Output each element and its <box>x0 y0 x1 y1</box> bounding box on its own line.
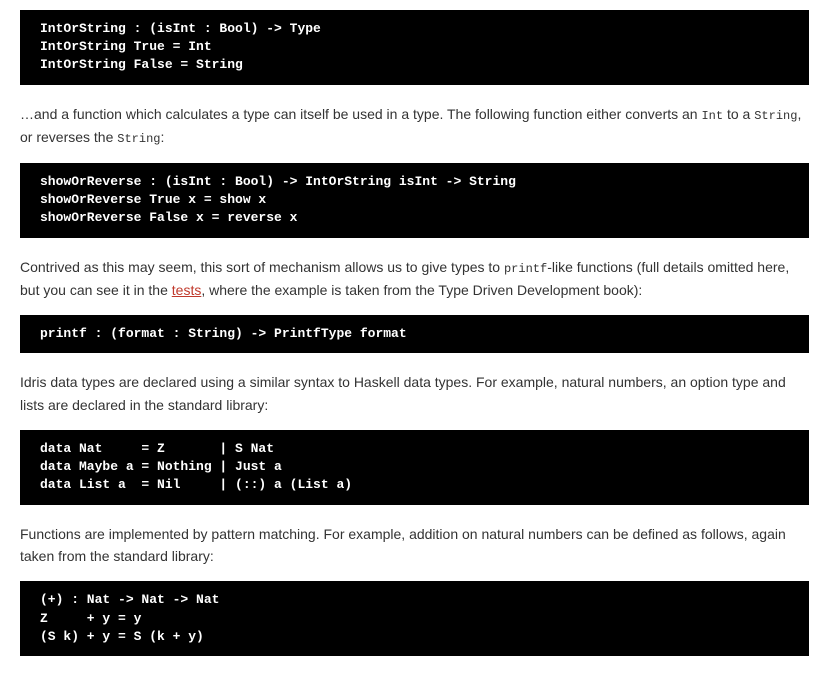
paragraph-1: …and a function which calculates a type … <box>20 103 809 149</box>
text: : <box>160 129 164 145</box>
tests-link[interactable]: tests <box>172 282 202 298</box>
code-block-datatypes: data Nat = Z | S Nat data Maybe a = Noth… <box>20 430 809 505</box>
paragraph-4: Functions are implemented by pattern mat… <box>20 523 809 568</box>
paragraph-2: Contrived as this may seem, this sort of… <box>20 256 809 302</box>
text: …and a function which calculates a type … <box>20 106 701 122</box>
text: Contrived as this may seem, this sort of… <box>20 259 504 275</box>
text: to a <box>723 106 754 122</box>
code-block-showorreverse: showOrReverse : (isInt : Bool) -> IntOrS… <box>20 163 809 238</box>
inline-code-int: Int <box>701 109 723 123</box>
code-block-printf: printf : (format : String) -> PrintfType… <box>20 315 809 353</box>
inline-code-string: String <box>754 109 797 123</box>
text: , where the example is taken from the Ty… <box>201 282 642 298</box>
inline-code-string-2: String <box>117 132 160 146</box>
paragraph-3: Idris data types are declared using a si… <box>20 371 809 416</box>
document-content: IntOrString : (isInt : Bool) -> Type Int… <box>0 10 829 656</box>
code-block-plus: (+) : Nat -> Nat -> Nat Z + y = y (S k) … <box>20 581 809 656</box>
inline-code-printf: printf <box>504 262 547 276</box>
code-block-intorstring: IntOrString : (isInt : Bool) -> Type Int… <box>20 10 809 85</box>
